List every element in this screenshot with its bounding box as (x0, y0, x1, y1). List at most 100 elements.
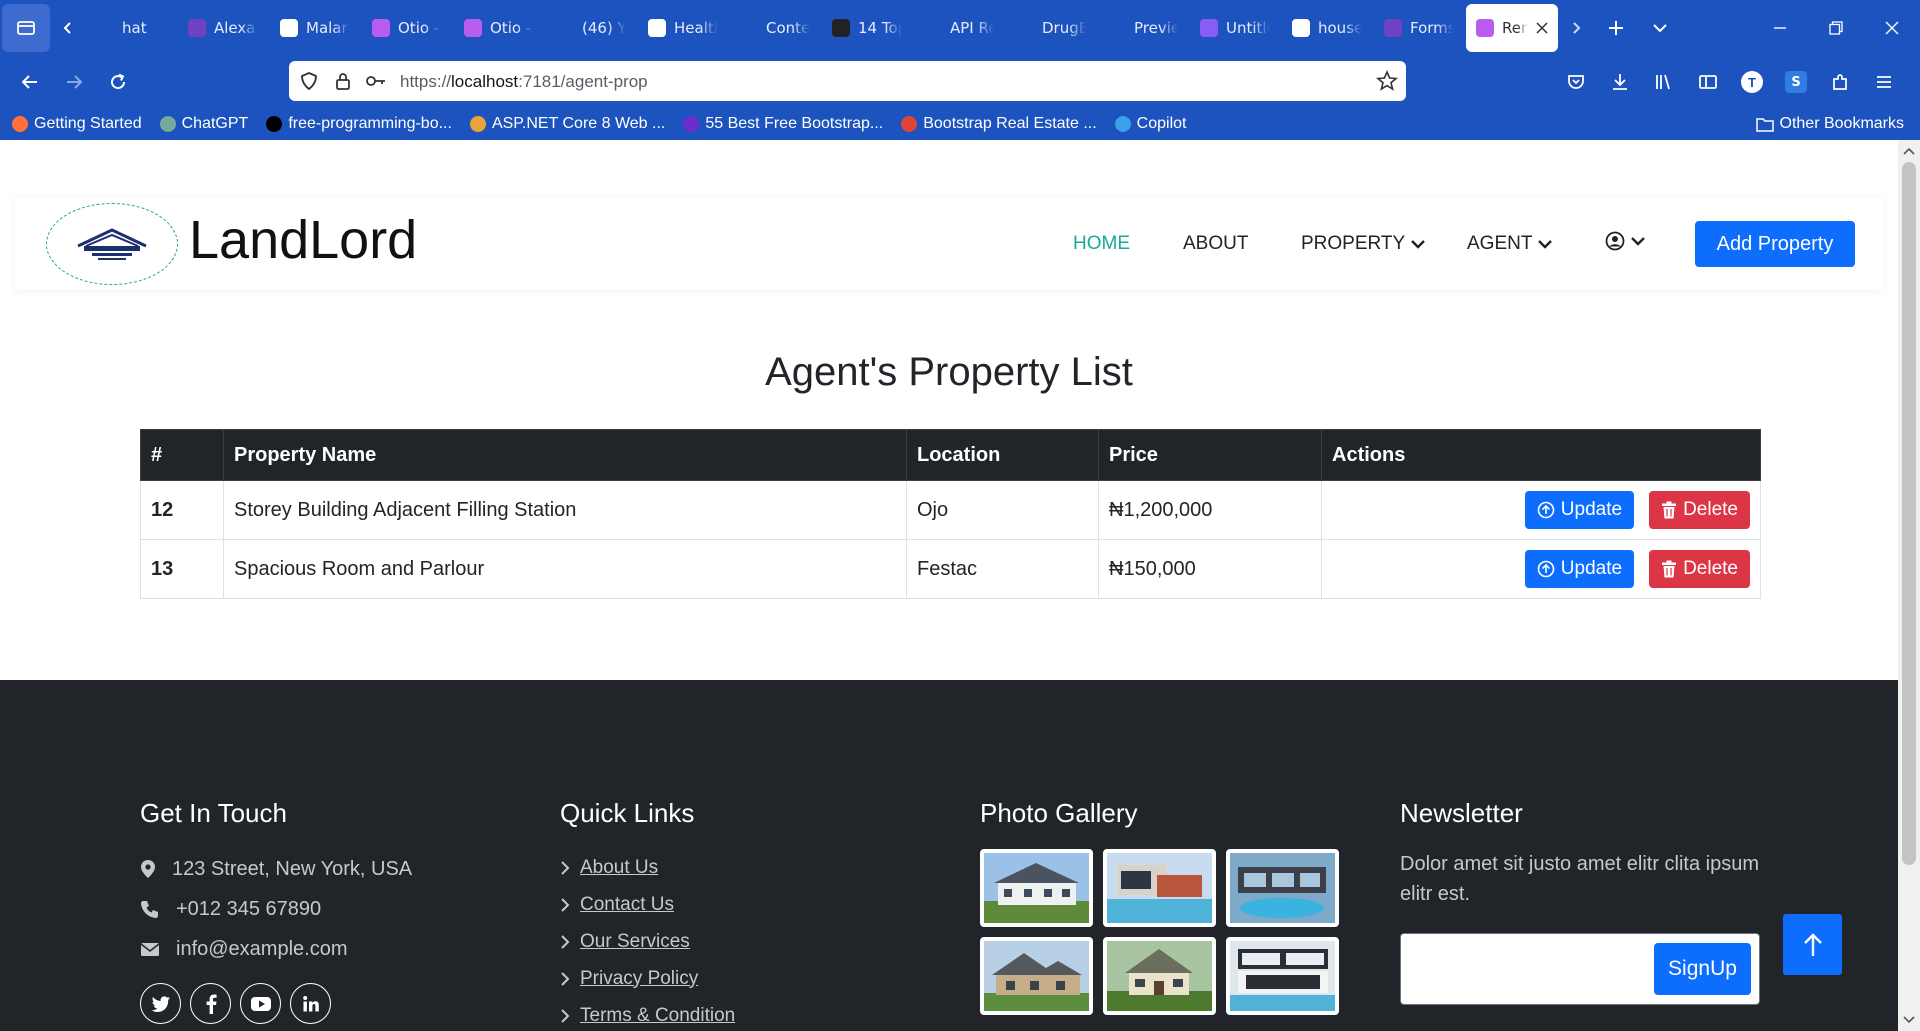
gallery-photo[interactable] (1103, 849, 1216, 927)
bookmark-item[interactable]: 55 Best Free Bootstrap... (683, 115, 883, 133)
footer-link[interactable]: Privacy Policy (560, 960, 735, 997)
tab-title: Previe (1134, 19, 1178, 37)
key-icon[interactable] (365, 71, 387, 91)
browser-tab[interactable]: hat (86, 6, 176, 50)
linkedin-button[interactable] (290, 983, 331, 1024)
user-menu-dropdown[interactable] (1605, 231, 1645, 251)
bookmark-item[interactable]: Copilot (1114, 115, 1187, 133)
tab-title: Forms (1410, 19, 1454, 37)
browser-tab[interactable]: Untitle (1190, 6, 1280, 50)
tab-scroll-right-button[interactable] (1558, 6, 1594, 50)
list-all-tabs-button[interactable] (1638, 6, 1682, 50)
close-tab-icon[interactable] (1536, 22, 1548, 34)
restore-button[interactable] (1808, 6, 1864, 50)
nav-home[interactable]: HOME (1073, 233, 1130, 255)
browser-tab[interactable]: (46) YouTu (546, 6, 636, 50)
bookmark-item[interactable]: Bootstrap Real Estate ... (901, 115, 1097, 133)
url-text[interactable]: https://localhost:7181/agent-prop (400, 72, 648, 92)
pocket-button[interactable] (1554, 60, 1598, 104)
signup-button[interactable]: SignUp (1654, 943, 1751, 995)
update-button[interactable]: Update (1524, 550, 1635, 588)
page-scrollbar[interactable] (1898, 140, 1920, 1031)
bookmark-label: Copilot (1136, 115, 1187, 132)
reload-button[interactable] (96, 60, 140, 104)
facebook-icon (206, 994, 217, 1014)
browser-tab[interactable]: Otio - (362, 6, 452, 50)
scroll-up-arrow-icon[interactable] (1898, 144, 1920, 158)
footer-link[interactable]: About Us (560, 849, 735, 886)
download-icon (1613, 74, 1627, 90)
downloads-button[interactable] (1598, 60, 1642, 104)
browser-tab[interactable]: Previe (1098, 6, 1188, 50)
plus-icon (1609, 21, 1623, 35)
back-button[interactable] (8, 60, 52, 104)
scroll-down-arrow-icon[interactable] (1898, 1013, 1920, 1027)
youtube-button[interactable] (240, 983, 281, 1024)
back-to-top-button[interactable] (1783, 914, 1842, 975)
nav-property-dropdown[interactable]: PROPERTY (1301, 233, 1426, 255)
account-button[interactable]: T (1730, 60, 1774, 104)
nav-about[interactable]: ABOUT (1183, 233, 1248, 255)
close-window-button[interactable] (1864, 6, 1920, 50)
facebook-button[interactable] (190, 983, 231, 1024)
bookmark-item[interactable]: ChatGPT (159, 115, 248, 133)
browser-tab[interactable]: house (1282, 6, 1372, 50)
site-logo[interactable] (46, 203, 178, 285)
browser-tab[interactable]: DrugB (1006, 6, 1096, 50)
library-button[interactable] (1642, 60, 1686, 104)
browser-tab[interactable]: Alexa (178, 6, 268, 50)
tab-title: house (1318, 19, 1362, 37)
delete-button[interactable]: Delete (1649, 550, 1750, 588)
browser-tab[interactable]: Conte (730, 6, 820, 50)
lock-icon[interactable] (333, 71, 353, 91)
browser-tab[interactable]: Forms (1374, 6, 1464, 50)
map-marker-icon (141, 860, 155, 878)
tab-list-button[interactable] (2, 4, 50, 52)
gallery-photo[interactable] (1226, 849, 1339, 927)
browser-tab[interactable]: Health (638, 6, 728, 50)
tab-scroll-left-button[interactable] (50, 6, 86, 50)
footer-link[interactable]: Our Services (560, 923, 735, 960)
delete-button[interactable]: Delete (1649, 491, 1750, 529)
restore-icon (1829, 21, 1843, 35)
sidebar-button[interactable] (1686, 60, 1730, 104)
contact-email: info@example.com (140, 929, 412, 969)
update-button[interactable]: Update (1524, 491, 1635, 529)
tab-title: Alexa (214, 19, 256, 37)
app-menu-button[interactable] (1862, 60, 1906, 104)
gallery-photo[interactable] (1226, 937, 1339, 1015)
new-tab-button[interactable] (1594, 6, 1638, 50)
bookmark-item[interactable]: Getting Started (12, 115, 142, 133)
footer-link[interactable]: Terms & Condition (560, 997, 735, 1031)
forward-button[interactable] (52, 60, 96, 104)
site-footer: Get In Touch 123 Street, New York, USA +… (0, 680, 1898, 1031)
browser-tab[interactable]: API Re (914, 6, 1004, 50)
browser-tab[interactable]: 14 Top (822, 6, 912, 50)
browser-tab[interactable]: Malar (270, 6, 360, 50)
bookmark-item[interactable]: ASP.NET Core 8 Web ... (469, 115, 665, 133)
gallery-photo[interactable] (980, 849, 1093, 927)
other-bookmarks[interactable]: Other Bookmarks (1755, 115, 1904, 133)
linkedin-icon (302, 995, 319, 1011)
cell-property-name: Spacious Room and Parlour (223, 539, 907, 599)
shield-icon[interactable] (299, 71, 319, 91)
extension-button[interactable]: S (1774, 60, 1818, 104)
nav-agent-dropdown[interactable]: AGENT (1467, 233, 1553, 255)
address-bar[interactable]: https://localhost:7181/agent-prop (289, 61, 1406, 101)
add-property-button[interactable]: Add Property (1695, 221, 1855, 267)
url-prefix: https:// (400, 72, 452, 91)
star-icon[interactable] (1376, 70, 1398, 92)
library-icon (1656, 74, 1670, 90)
newsletter-email-input[interactable]: SignUp (1400, 933, 1760, 1005)
gallery-photo[interactable] (1103, 937, 1216, 1015)
browser-tab[interactable]: Otio - (454, 6, 544, 50)
browser-tab[interactable]: Ren (1466, 4, 1558, 52)
site-brand[interactable]: LandLord (189, 209, 417, 271)
minimize-button[interactable] (1752, 6, 1808, 50)
gallery-photo[interactable] (980, 937, 1093, 1015)
footer-link[interactable]: Contact Us (560, 886, 735, 923)
bookmark-item[interactable]: free-programming-bo... (266, 115, 452, 133)
twitter-button[interactable] (140, 983, 181, 1024)
extensions-menu-button[interactable] (1818, 60, 1862, 104)
scrollbar-thumb[interactable] (1902, 162, 1916, 865)
